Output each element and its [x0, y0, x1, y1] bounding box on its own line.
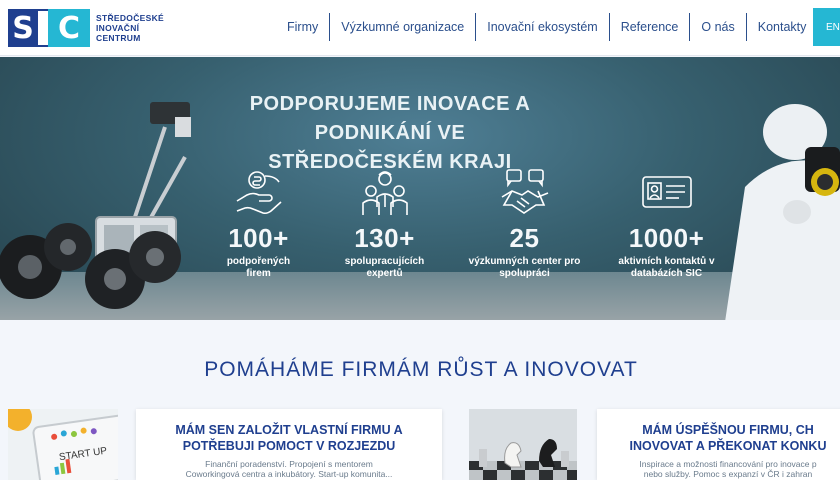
chess-illustration — [469, 409, 577, 480]
stat-value: 100+ — [228, 223, 289, 253]
scientist-illustration — [725, 104, 840, 320]
stat-label: aktivních kontaktů v databázích SIC — [618, 256, 715, 279]
card-start-business[interactable]: MÁM SEN ZALOŽIT VLASTNÍ FIRMU A POTŘEBUJ… — [136, 409, 442, 480]
logo-letter-i — [38, 9, 48, 47]
stat-label: podpořených firem — [226, 256, 291, 279]
stat-experts: 130+ spolupracujících expertů — [322, 167, 447, 280]
startup-image[interactable]: START UP — [8, 409, 118, 480]
nav-item-o-nas[interactable]: O nás — [690, 13, 747, 41]
experts-group-icon — [361, 171, 408, 215]
logo-mark: S C — [8, 9, 90, 47]
main-nav: Firmy Výzkumné organizace Inovační ekosy… — [276, 13, 817, 41]
hero-title: PODPORUJEME INOVACE A PODNIKÁNÍ VE STŘED… — [249, 93, 531, 173]
logo-letter-c: C — [48, 9, 90, 47]
card-title: MÁM ÚSPĚŠNOU FIRMU, CH INOVOVAT A PŘEKON… — [629, 423, 827, 453]
language-button[interactable]: EN — [813, 8, 840, 46]
nav-item-reference[interactable]: Reference — [610, 13, 691, 41]
card-description: Inspirace a možnosti financování pro ino… — [639, 459, 817, 479]
card-grow-business[interactable]: MÁM ÚSPĚŠNOU FIRMU, CH INOVOVAT A PŘEKON… — [597, 409, 840, 480]
stat-value: 1000+ — [628, 223, 705, 253]
stat-label: spolupracujících expertů — [344, 256, 425, 279]
stat-contacts: 1000+ aktivních kontaktů v databázích SI… — [604, 167, 729, 280]
card-title: MÁM SEN ZALOŽIT VLASTNÍ FIRMU A POTŘEBUJ… — [175, 423, 403, 453]
startup-tablet-illustration: START UP — [8, 409, 118, 480]
nav-item-inovacni-ekosystem[interactable]: Inovační ekosystém — [476, 13, 610, 41]
stat-label: výzkumných center pro spolupráci — [468, 256, 581, 279]
section-title: POMÁHÁME FIRMÁM RŮST A INOVOVAT — [204, 358, 638, 381]
logo-text: STŘEDOČESKÉ INOVAČNÍ CENTRUM — [96, 13, 165, 43]
nav-item-vyzkumne-organizace[interactable]: Výzkumné organizace — [330, 13, 477, 41]
site-header: S C STŘEDOČESKÉ INOVAČNÍ CENTRUM Firmy V… — [0, 0, 840, 56]
nav-item-firmy[interactable]: Firmy — [276, 13, 331, 41]
id-card-icon — [641, 176, 692, 208]
stat-value: 25 — [509, 223, 540, 253]
stat-research-centers: 25 výzkumných center pro spolupráci — [462, 167, 587, 280]
handshake-icon — [501, 169, 548, 214]
stat-value: 130+ — [354, 223, 415, 253]
logo-letter-s: S — [8, 9, 38, 47]
robot-illustration — [0, 102, 191, 309]
stat-supported-firms: 100+ podpořených firem — [196, 167, 321, 280]
money-hand-icon — [236, 171, 282, 215]
stats-row: 100+ podpořených firem 130+ spolupracují… — [196, 167, 726, 297]
chess-image[interactable] — [469, 409, 577, 480]
sic-logo[interactable]: S C STŘEDOČESKÉ INOVAČNÍ CENTRUM — [8, 9, 164, 47]
nav-item-kontakty[interactable]: Kontakty — [747, 13, 818, 41]
card-description: Finanční poradenství. Propojení s mentor… — [185, 459, 393, 479]
hero-banner: PODPORUJEME INOVACE A PODNIKÁNÍ VE STŘED… — [0, 57, 840, 320]
